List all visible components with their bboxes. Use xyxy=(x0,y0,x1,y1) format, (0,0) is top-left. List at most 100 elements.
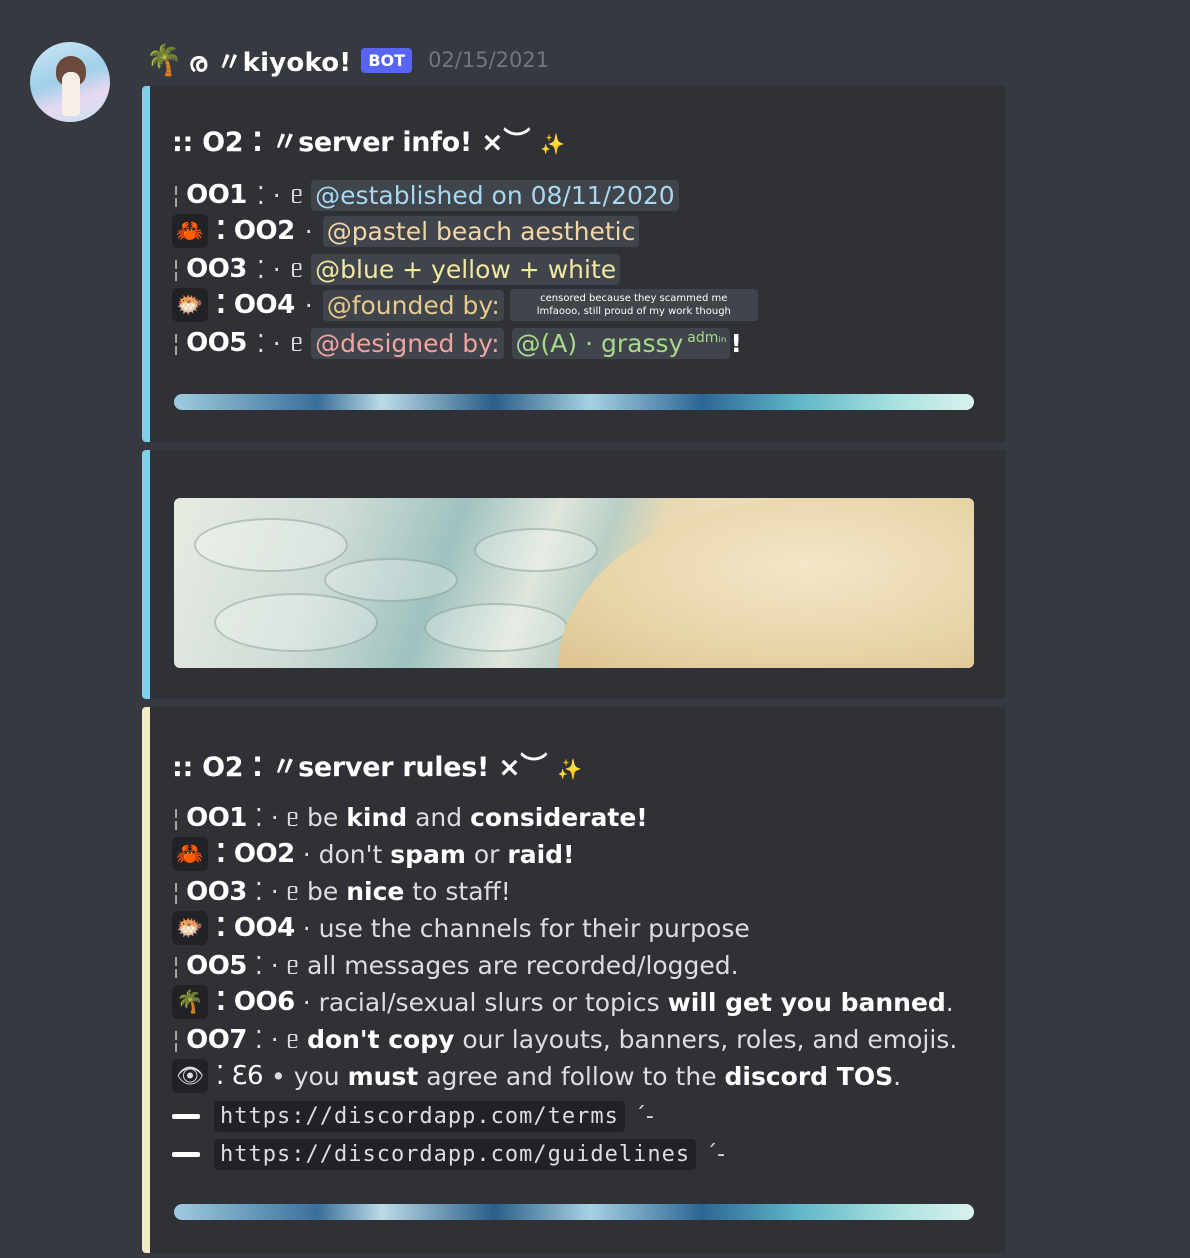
rule-bold: nice xyxy=(346,877,405,906)
row-separator: ⁚ · xyxy=(256,254,281,284)
pipe-divider: ¦ xyxy=(172,255,181,283)
guidelines-link[interactable]: https://discordapp.com/guidelines xyxy=(214,1138,697,1170)
rule-number: OO7 xyxy=(186,1025,247,1055)
rule-text-pre: · don't xyxy=(302,839,391,869)
embed-title-text: :: O2 ⁚ 〃server rules! ×︶ xyxy=(172,752,548,783)
row-number: OO5 xyxy=(186,328,247,358)
designer-name: @(A) · grassy xyxy=(515,328,684,358)
rule-text: · racial/sexual slurs or topics will get… xyxy=(303,988,954,1017)
row-separator: · xyxy=(304,290,313,320)
rule-text-mid: and xyxy=(407,803,471,832)
rule-row-5: ¦ OO5 ⁚ · ᥱ all messages are recorded/lo… xyxy=(172,949,739,983)
info-row-4: 🐡 ⁚ OO4 · @founded by: censored because … xyxy=(172,288,758,322)
rule-number: ⁚ OO6 xyxy=(216,987,295,1017)
pipe-divider: ¦ xyxy=(172,878,181,906)
rule-number: OO1 xyxy=(186,803,247,833)
swirl-glyph: ᥱ xyxy=(290,254,304,283)
row-number: ⁚ OO2 xyxy=(216,216,295,246)
info-row-3: ¦ OO3 ⁚ · ᥱ @blue + yellow + white xyxy=(172,252,621,286)
rule-number: ⁚ OO2 xyxy=(216,839,295,869)
rule-bold: raid! xyxy=(507,839,575,869)
link-tick: ˊ- xyxy=(634,1103,654,1129)
wave-divider-image xyxy=(174,394,974,410)
terms-link-row: https://discordapp.com/terms ˊ- xyxy=(172,1099,654,1133)
rule-row-4: 🐡 ⁚ OO4 · use the channels for their pur… xyxy=(172,911,750,945)
founded-by-mention[interactable]: @founded by: xyxy=(322,289,504,321)
rule-text-mid: our layouts, banners, roles, and emojis. xyxy=(454,1025,958,1054)
embed-server-info: :: O2 ⁚ 〃server info! ×︶ ✨ ¦ OO1 ⁚ · ᥱ @e… xyxy=(142,86,1006,442)
rule-number: ⁚ ℇ6 xyxy=(216,1061,264,1091)
pebble-shape xyxy=(214,593,378,652)
pebble-shape xyxy=(424,603,568,652)
rule-text-mid: or xyxy=(465,839,508,869)
rule-text: ⁚ · ᥱ be nice to staff! xyxy=(255,877,511,907)
info-row-5: ¦ OO5 ⁚ · ᥱ @designed by: @(A) · grassy a… xyxy=(172,326,742,360)
rule-text-pre: ⁚ · ᥱ be xyxy=(254,877,347,906)
embed-title: :: O2 ⁚ 〃server info! ×︶ ✨ xyxy=(172,120,565,159)
rule-bold: discord TOS xyxy=(724,1061,894,1091)
rule-text: ⁚ · ᥱ all messages are recorded/logged. xyxy=(254,951,739,980)
rule-bold: kind xyxy=(346,803,408,832)
row-number: OO3 xyxy=(186,254,247,284)
row-separator: ⁚ · xyxy=(256,328,281,358)
info-row-2: 🦀 ⁚ OO2 · @pastel beach aesthetic xyxy=(172,214,640,248)
dash-marker xyxy=(172,1151,200,1157)
row-separator: · xyxy=(304,216,313,246)
rule-text: · don't spam or raid! xyxy=(303,840,575,869)
rule-bold: don't copy xyxy=(307,1025,455,1054)
pebble-shape xyxy=(194,518,348,572)
sparkle-icon: ✨ xyxy=(557,757,582,781)
rule-bold: will get you banned xyxy=(667,987,946,1017)
pipe-divider: ¦ xyxy=(172,1026,181,1054)
rule-row-7: ¦ OO7 ⁚ · ᥱ don't copy our layouts, bann… xyxy=(172,1023,957,1057)
embed-banner xyxy=(142,450,1006,699)
timestamp: 02/15/2021 xyxy=(428,48,550,72)
rule-text: ⁚ · ᥱ don't copy our layouts, banners, r… xyxy=(255,1025,957,1055)
pufferfish-emoji-icon: 🐡 xyxy=(172,288,208,322)
palm-tree-emoji-icon: 🌴 xyxy=(145,42,183,78)
eye-emoji-icon: 👁 xyxy=(172,1059,208,1093)
wave-divider-image xyxy=(174,1204,974,1220)
pipe-divider: ¦ xyxy=(172,329,181,357)
row-separator: ⁚ · xyxy=(256,180,281,210)
username[interactable]: ര 〃kiyoko! xyxy=(188,42,351,79)
info-row-1: ¦ OO1 ⁚ · ᥱ @established on 08/11/2020 xyxy=(172,178,679,212)
terms-link[interactable]: https://discordapp.com/terms xyxy=(214,1100,625,1132)
message-header: 🌴 ര 〃kiyoko! BOT 02/15/2021 xyxy=(145,36,549,84)
rule-row-3: ¦ OO3 ⁚ · ᥱ be nice to staff! xyxy=(172,875,511,909)
rule-bold: must xyxy=(347,1061,419,1091)
rule-row-2: 🦀 ⁚ OO2 · don't spam or raid! xyxy=(172,837,574,871)
rule-text-post: . xyxy=(893,1061,902,1091)
rule-text-pre: ⁚ · ᥱ xyxy=(254,1025,308,1054)
designer-end: ! xyxy=(730,328,742,358)
palm-tree-emoji-icon: 🌴 xyxy=(172,985,208,1019)
embed-server-rules: :: O2 ⁚ 〃server rules! ×︶ ✨ ¦ OO1 ⁚ · ᥱ b… xyxy=(142,707,1006,1253)
crab-emoji-icon: 🦀 xyxy=(172,837,208,871)
swirl-glyph: ᥱ xyxy=(290,180,304,209)
swirl-glyph: ᥱ xyxy=(290,328,304,357)
rule-text: • you must agree and follow to the disco… xyxy=(271,1062,901,1091)
avatar-figure xyxy=(62,72,80,116)
aesthetic-mention[interactable]: @pastel beach aesthetic xyxy=(322,215,640,247)
colors-mention[interactable]: @blue + yellow + white xyxy=(311,253,621,285)
designer-mention[interactable]: @(A) · grassy admᵢₙ xyxy=(511,327,731,359)
embed-accent-bar xyxy=(142,450,150,699)
beach-banner-image[interactable] xyxy=(174,498,974,668)
bot-badge: BOT xyxy=(361,47,413,73)
censor-note: censored because they scammed me lmfaooo… xyxy=(509,289,758,321)
sparkle-icon: ✨ xyxy=(540,132,565,156)
rule-number: OO3 xyxy=(186,877,247,907)
rule-text-pre: • you xyxy=(271,1061,348,1091)
pebble-shape xyxy=(474,528,598,572)
rule-number: OO5 xyxy=(186,951,247,981)
link-tick: ˊ- xyxy=(706,1141,726,1167)
embed-accent-bar xyxy=(142,707,150,1253)
designer-role: admᵢₙ xyxy=(687,330,727,347)
rule-text-mid: agree and follow to the xyxy=(418,1061,725,1091)
user-avatar[interactable] xyxy=(30,42,110,122)
crab-emoji-icon: 🦀 xyxy=(172,214,208,248)
designed-by-mention[interactable]: @designed by: xyxy=(311,327,504,359)
dash-marker xyxy=(172,1113,200,1119)
rule-text-mid: to staff! xyxy=(404,877,511,906)
established-mention[interactable]: @established on 08/11/2020 xyxy=(311,179,679,211)
